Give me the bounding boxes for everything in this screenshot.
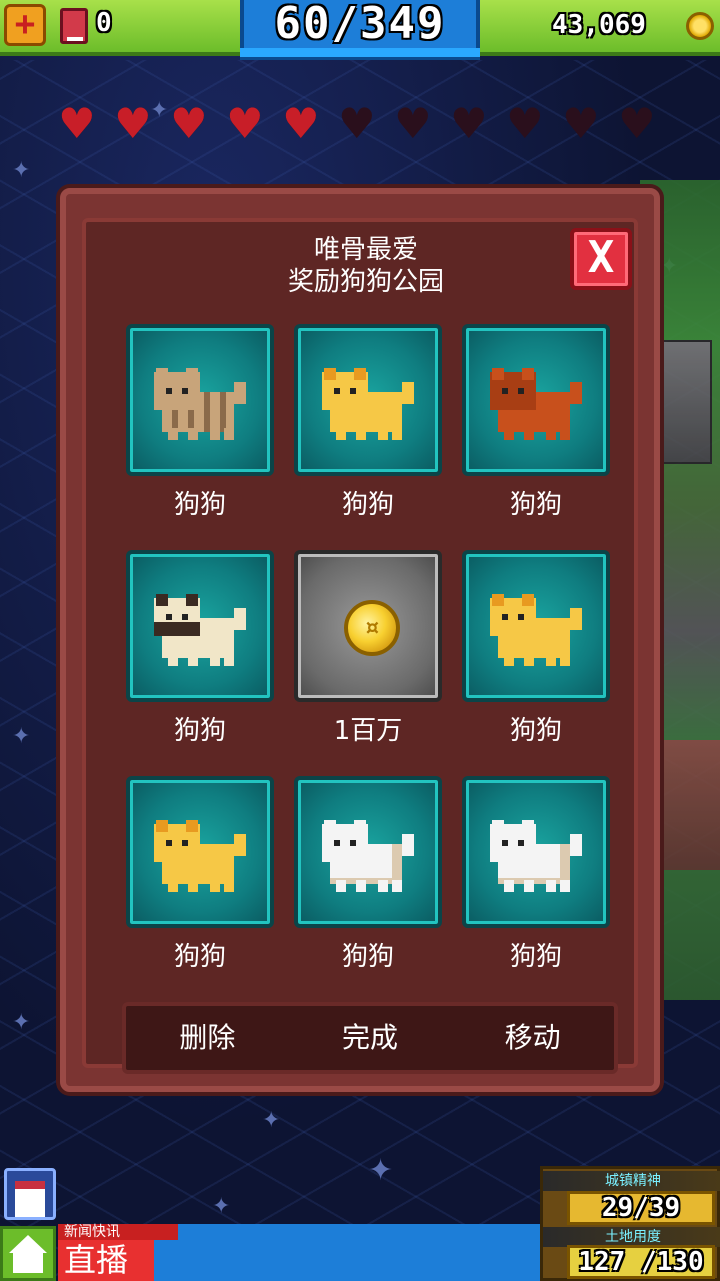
heart-icon: ♥ <box>506 99 544 148</box>
dog-reward-tile[interactable] <box>294 324 442 476</box>
reward-item-label: 1百万 <box>333 716 403 746</box>
population-progress-bar <box>240 48 480 60</box>
coin-icon <box>686 12 714 40</box>
heart-icon: ♥ <box>562 99 600 148</box>
dog-reward-tile[interactable] <box>462 324 610 476</box>
dog-sprite <box>322 820 422 892</box>
reward-item[interactable]: 狗狗 <box>126 324 276 544</box>
reward-item-label: 狗狗 <box>509 490 562 520</box>
star-icon: ✦ <box>12 158 31 183</box>
reward-dialog: 唯骨最爱 奖励狗狗公园 X 狗狗 狗狗 狗狗 狗狗 ¤ 1百万 狗狗 狗狗 狗狗 狗狗 删除 完成… <box>60 188 660 1092</box>
coin-count: 43,069 <box>552 10 646 40</box>
dog-reward-tile[interactable] <box>462 776 610 928</box>
town-stats-panel[interactable]: 城镇精神 29/39 土地用度 127 /130 <box>540 1166 720 1281</box>
heart-icon: ♥ <box>394 99 432 148</box>
dog-sprite <box>490 368 590 440</box>
reward-item-label: 狗狗 <box>509 716 562 746</box>
star-icon: ✦ <box>12 724 31 749</box>
dog-reward-tile[interactable] <box>126 776 274 928</box>
coin-icon: ¤ <box>344 600 400 656</box>
reward-item-label: 狗狗 <box>509 942 562 972</box>
heart-icon: ♥ <box>58 99 96 148</box>
move-button[interactable]: 移动 <box>451 1006 614 1070</box>
star-icon: ✦ <box>262 1108 281 1133</box>
done-button[interactable]: 完成 <box>289 1006 452 1070</box>
book-icon[interactable] <box>60 8 88 44</box>
reward-item[interactable]: 狗狗 <box>126 776 276 996</box>
heart-icon: ♥ <box>450 99 488 148</box>
dog-sprite <box>322 368 422 440</box>
heart-icon: ♥ <box>226 99 264 148</box>
dog-reward-tile[interactable] <box>126 324 274 476</box>
reward-grid: 狗狗 狗狗 狗狗 狗狗 ¤ 1百万 狗狗 狗狗 狗狗 狗狗 <box>126 324 610 980</box>
dog-sprite <box>154 368 254 440</box>
land-usage-label: 土地用度 <box>543 1227 720 1247</box>
reward-item-label: 狗狗 <box>341 490 394 520</box>
population-count[interactable]: 60/349 <box>240 0 480 49</box>
star-icon: ✦ <box>12 1010 31 1035</box>
dog-sprite <box>490 594 590 666</box>
news-live-label[interactable]: 直播 <box>58 1240 154 1281</box>
star-icon: ✦ <box>212 1194 231 1219</box>
heart-icon: ♥ <box>338 99 376 148</box>
home-button[interactable] <box>0 1226 56 1281</box>
heart-icon: ♥ <box>282 99 320 148</box>
add-currency-button[interactable]: + <box>4 4 46 46</box>
town-spirit-label: 城镇精神 <box>543 1171 720 1191</box>
dog-reward-tile[interactable] <box>462 550 610 702</box>
reward-item[interactable]: 狗狗 <box>462 776 612 996</box>
heart-icon: ♥ <box>114 99 152 148</box>
dog-sprite <box>154 594 254 666</box>
heart-icon: ♥ <box>170 99 208 148</box>
dog-sprite <box>490 820 590 892</box>
gem-count: 0 <box>96 8 112 38</box>
land-usage-value: 127 /130 <box>567 1245 715 1279</box>
reward-item[interactable]: 狗狗 <box>294 324 444 544</box>
dog-sprite <box>154 820 254 892</box>
reward-item-label: 狗狗 <box>173 490 226 520</box>
action-bar: 删除 完成 移动 <box>122 1002 618 1074</box>
hearts-row: ♥ ♥ ♥ ♥ ♥ ♥ ♥ ♥ ♥ ♥ ♥ <box>56 99 676 148</box>
reward-item[interactable]: 狗狗 <box>462 550 612 770</box>
reward-item[interactable]: 狗狗 <box>462 324 612 544</box>
star-icon: ✦ <box>368 1153 394 1188</box>
reward-item-label: 狗狗 <box>173 942 226 972</box>
news-tag: 新闻快讯 <box>58 1224 178 1240</box>
heart-icon: ♥ <box>618 99 656 148</box>
plus-icon: + <box>14 4 36 44</box>
reward-item-label: 狗狗 <box>173 716 226 746</box>
dog-reward-tile[interactable] <box>294 776 442 928</box>
reward-item-label: 狗狗 <box>341 942 394 972</box>
close-icon: X <box>587 232 615 283</box>
dog-reward-tile[interactable] <box>126 550 274 702</box>
calendar-button[interactable] <box>4 1168 56 1220</box>
town-spirit-value: 29/39 <box>567 1191 715 1225</box>
top-bar: + 0 60/349 43,069 <box>0 0 720 62</box>
delete-button[interactable]: 删除 <box>126 1006 289 1070</box>
reward-item[interactable]: 狗狗 <box>126 550 276 770</box>
close-button[interactable]: X <box>570 228 632 290</box>
coin-reward-tile[interactable]: ¤ <box>294 550 442 702</box>
reward-item[interactable]: ¤ 1百万 <box>294 550 444 770</box>
reward-item[interactable]: 狗狗 <box>294 776 444 996</box>
